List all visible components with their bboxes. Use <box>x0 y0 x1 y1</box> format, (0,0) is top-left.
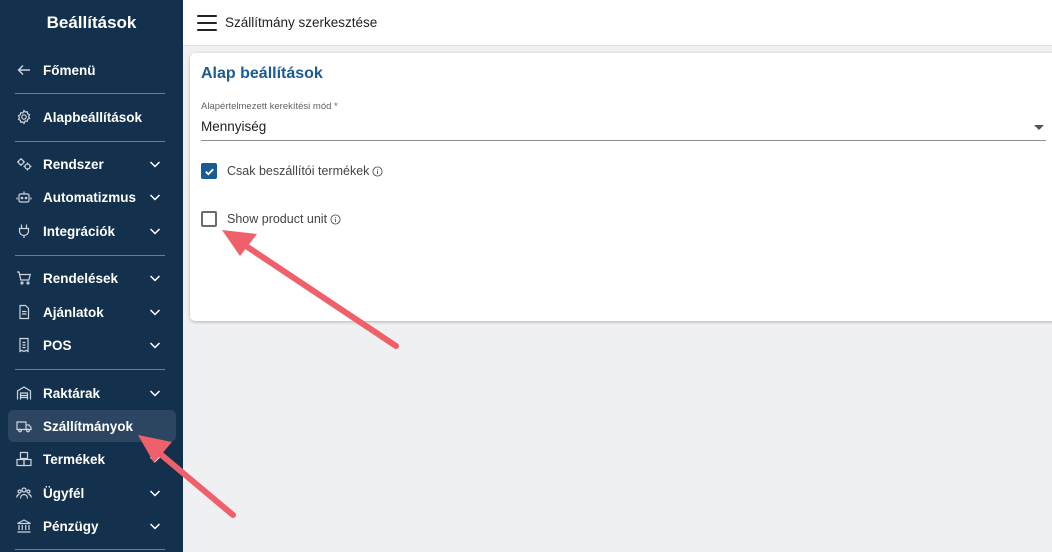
sidebar-item-label: Automatizmus <box>43 189 137 205</box>
sidebar: Beállítások Főmenü Alapbeállítások Rends… <box>0 0 183 552</box>
sidebar-item-fomenu[interactable]: Főmenü <box>8 54 176 86</box>
sidebar-item-label: Pénzügy <box>43 518 99 534</box>
plug-icon <box>15 223 32 240</box>
warehouse-icon <box>15 385 32 402</box>
boxes-icon <box>15 451 32 468</box>
sidebar-item-label: Raktárak <box>43 385 101 401</box>
sidebar-item-label: Ügyfél <box>43 485 85 501</box>
sidebar-divider <box>15 255 165 256</box>
sidebar-divider <box>15 141 165 142</box>
supplier-only-row: Csak beszállítói termékek <box>201 163 383 179</box>
gears-icon <box>15 156 32 173</box>
show-unit-checkbox[interactable] <box>201 211 217 227</box>
supplier-only-checkbox[interactable] <box>201 163 217 179</box>
sidebar-item-termekek[interactable]: Termékek <box>8 443 176 475</box>
sidebar-item-rendelesek[interactable]: Rendelések <box>8 262 176 294</box>
rounding-mode-label: Alapértelmezett kerekítési mód * <box>201 101 338 112</box>
show-unit-row: Show product unit <box>201 211 341 227</box>
truck-icon <box>15 418 32 435</box>
sidebar-item-szallitmanyok[interactable]: Szállítmányok <box>8 410 176 442</box>
sidebar-divider <box>15 549 165 550</box>
rounding-mode-value: Mennyiség <box>201 119 267 134</box>
settings-icon <box>15 109 32 126</box>
sidebar-item-ajanlatok[interactable]: Ajánlatok <box>8 296 176 328</box>
sidebar-item-rendszer[interactable]: Rendszer <box>8 148 176 180</box>
menu-icon[interactable] <box>197 14 217 31</box>
chevron-down-icon <box>148 305 162 319</box>
sidebar-item-label: Integrációk <box>43 223 116 239</box>
sidebar-item-integraciok[interactable]: Integrációk <box>8 215 176 247</box>
sidebar-title: Beállítások <box>46 13 137 32</box>
info-icon[interactable] <box>372 165 383 177</box>
arrow-left-icon <box>15 62 32 79</box>
info-icon[interactable] <box>330 213 341 225</box>
cart-icon <box>15 270 32 287</box>
chevron-down-icon <box>148 386 162 400</box>
sidebar-item-ugyfel[interactable]: Ügyfél <box>8 477 176 509</box>
sidebar-item-automatizmus[interactable]: Automatizmus <box>8 181 176 213</box>
sidebar-item-label: Rendszer <box>43 156 104 172</box>
chevron-down-icon <box>148 190 162 204</box>
sidebar-item-label: POS <box>43 337 72 353</box>
sidebar-item-label: Szállítmányok <box>43 418 134 434</box>
top-bar: Szállítmány szerkesztése <box>183 0 1052 46</box>
chevron-down-icon <box>148 486 162 500</box>
supplier-only-label: Csak beszállítói termékek <box>227 164 370 178</box>
dropdown-arrow-icon <box>1034 125 1044 130</box>
users-icon <box>15 485 32 502</box>
sidebar-item-label: Főmenü <box>43 62 96 78</box>
show-unit-label: Show product unit <box>227 212 328 226</box>
sidebar-item-label: Alapbeállítások <box>43 109 143 125</box>
sidebar-divider <box>15 93 165 94</box>
chevron-down-icon <box>148 224 162 238</box>
document-icon <box>15 304 32 321</box>
bank-icon <box>15 518 32 535</box>
chevron-down-icon <box>148 452 162 466</box>
sidebar-item-label: Termékek <box>43 451 106 467</box>
card-title: Alap beállítások <box>201 65 323 82</box>
chevron-down-icon <box>148 271 162 285</box>
settings-card: Alap beállítások Alapértelmezett kerekít… <box>190 53 1052 321</box>
sidebar-item-pos[interactable]: POS <box>8 329 176 361</box>
chevron-down-icon <box>148 157 162 171</box>
sidebar-item-alapbeallitasok[interactable]: Alapbeállítások <box>8 101 176 133</box>
rounding-mode-select[interactable]: Mennyiség <box>201 117 1046 141</box>
robot-icon <box>15 189 32 206</box>
check-icon <box>204 168 214 175</box>
receipt-icon <box>15 337 32 354</box>
sidebar-item-label: Rendelések <box>43 270 119 286</box>
page-title: Szállítmány szerkesztése <box>225 15 378 30</box>
chevron-down-icon <box>148 519 162 533</box>
sidebar-divider <box>15 369 165 370</box>
sidebar-item-penzugy[interactable]: Pénzügy <box>8 510 176 542</box>
sidebar-item-label: Ajánlatok <box>43 304 104 320</box>
chevron-down-icon <box>148 338 162 352</box>
sidebar-item-raktarak[interactable]: Raktárak <box>8 377 176 409</box>
